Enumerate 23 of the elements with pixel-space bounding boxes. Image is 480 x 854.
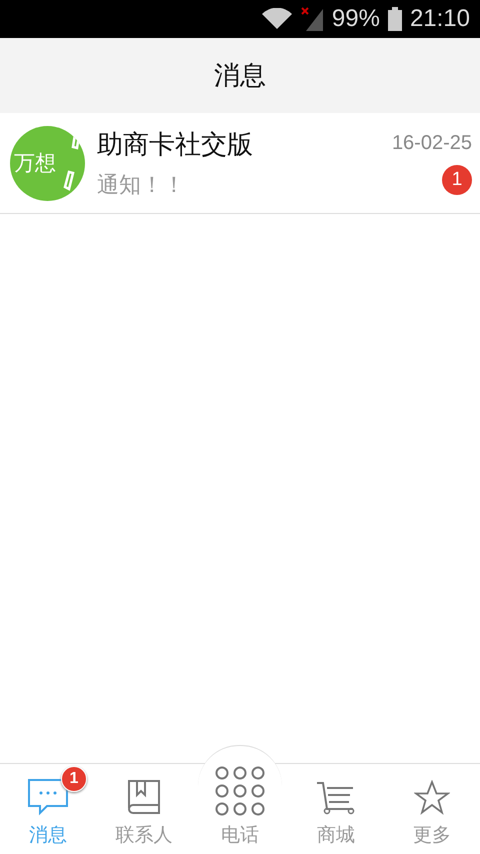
battery-icon [388,7,402,31]
no-signal-icon [300,7,324,31]
tab[interactable]: 更多 [384,764,480,854]
wifi-icon [262,8,292,30]
cart-icon [316,780,356,816]
clock: 21:10 [410,5,470,33]
tab-badge: 1 [61,766,87,792]
tab[interactable]: 商城 [288,764,384,854]
chat-icon [27,776,69,816]
message-preview: 通知！！ [97,172,186,200]
tab[interactable]: 电话 [192,764,288,854]
contact-name: 助商卡社交版 [97,128,254,162]
page-title: 消息 [214,60,266,93]
message-date: 16-02-25 [392,132,472,154]
conversation-row[interactable]: 万想 助商卡社交版 通知！！ 16-02-25 1 [0,113,480,214]
star-icon [414,780,450,816]
avatar-logo: 万想 [10,126,85,200]
book-icon [126,778,162,816]
unread-count: 1 [442,164,472,194]
battery-percent: 99% [332,5,380,33]
tab[interactable]: 联系人 [96,764,192,854]
dialpad-icon [215,766,265,816]
tab[interactable]: 1 消息 [0,764,96,854]
